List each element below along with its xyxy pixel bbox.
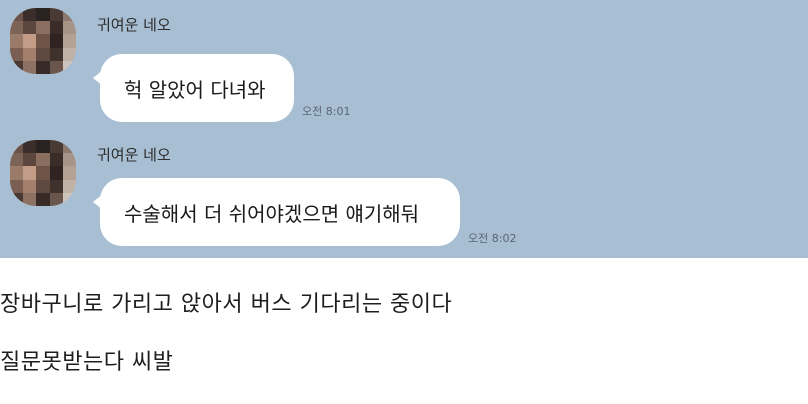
message-bubble: 헉 알았어 다녀와 [93, 54, 294, 122]
avatar[interactable] [10, 8, 76, 74]
chat-screenshot: 귀여운 네오 헉 알았어 다녀와 오전 8:01 귀여운 네오 수술해서 더 쉬… [0, 0, 808, 258]
message-time: 오전 8:02 [468, 232, 517, 245]
message-bubble: 수술해서 더 쉬어야겠으면 얘기해둬 [93, 178, 460, 246]
sender-name: 귀여운 네오 [97, 146, 171, 164]
message-time: 오전 8:01 [302, 105, 351, 118]
sender-name: 귀여운 네오 [97, 16, 171, 34]
avatar[interactable] [10, 140, 76, 206]
post-line: 장바구니로 가리고 앉아서 버스 기다리는 중이다 [0, 292, 453, 317]
post-line: 질문못받는다 씨발 [0, 350, 174, 375]
